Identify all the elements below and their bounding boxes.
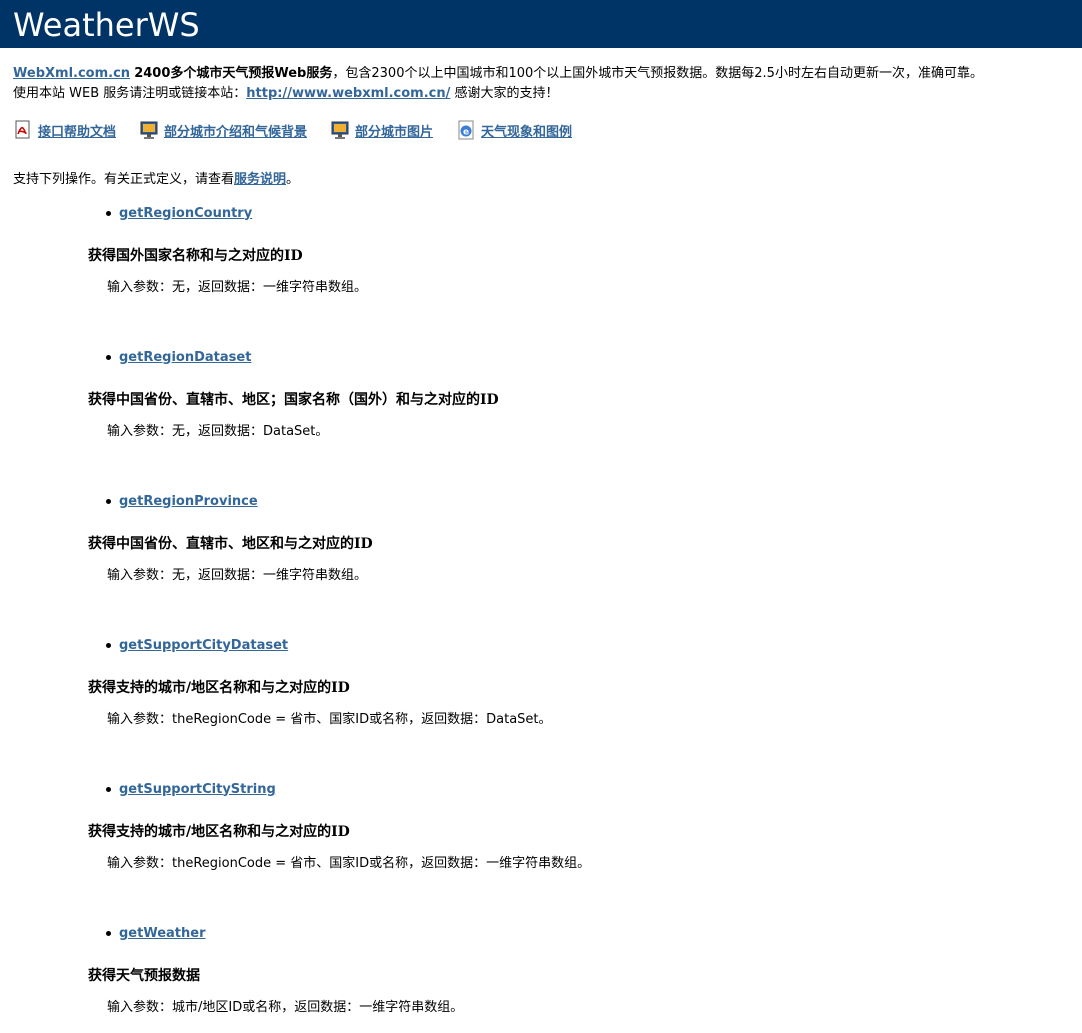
operation-params: 输入参数：theRegionCode = 省市、国家ID或名称，返回数据：Dat… [107, 712, 552, 727]
operation-description: 获得中国省份、直辖市、地区；国家名称（国外）和与之对应的ID [88, 392, 499, 408]
operation-description: 获得支持的城市/地区名称和与之对应的ID [88, 680, 350, 696]
pdf-icon [13, 120, 33, 140]
intro-line2-suffix: 感谢大家的支持！ [450, 86, 559, 101]
operation-link[interactable]: getWeather [119, 926, 206, 941]
site-link[interactable]: WebXml.com.cn [13, 66, 130, 81]
bullet [106, 498, 111, 504]
operation-description: 获得支持的城市/地区名称和与之对应的ID [88, 824, 350, 840]
operation-head: getRegionDataset [106, 341, 1082, 373]
support-text: 支持下列操作。有关正式定义，请查看服务说明。 [13, 170, 1082, 190]
operation-item: getRegionCountry 获得国外国家名称和与之对应的ID 输入参数：无… [13, 197, 1082, 298]
page-header: WeatherWS [0, 0, 1082, 48]
intro-line-2: 使用本站 WEB 服务请注明或链接本站：http://www.webxml.co… [13, 84, 1082, 104]
support-suffix: 。 [286, 172, 300, 187]
operation-description: 获得天气预报数据 [88, 968, 200, 984]
operation-link[interactable]: getSupportCityDataset [119, 638, 288, 653]
bullet [106, 642, 111, 648]
site-url-link[interactable]: http://www.webxml.com.cn/ [246, 86, 450, 101]
bullet [106, 354, 111, 360]
operation-description: 获得国外国家名称和与之对应的ID [88, 248, 303, 264]
operation-params: 输入参数：theRegionCode = 省市、国家ID或名称，返回数据：一维字… [107, 856, 591, 871]
operation-head: getRegionProvince [106, 485, 1082, 517]
resource-links: 接口帮助文档 部分城市介绍和气候背景 部分城市图片 e 天气现象和图例 [13, 117, 1082, 143]
link-city-images-label[interactable]: 部分城市图片 [355, 121, 433, 140]
monitor-icon [139, 120, 159, 140]
link-weather-legend[interactable]: e 天气现象和图例 [456, 120, 572, 140]
support-prefix: 支持下列操作。有关正式定义，请查看 [13, 172, 235, 187]
link-city-images[interactable]: 部分城市图片 [330, 120, 433, 140]
operation-description: 获得中国省份、直辖市、地区和与之对应的ID [88, 536, 373, 552]
ie-icon: e [456, 120, 476, 140]
operation-head: getWeather [106, 917, 1082, 949]
operation-params: 输入参数：无，返回数据：一维字符串数组。 [107, 280, 368, 295]
operation-item: getRegionDataset 获得中国省份、直辖市、地区；国家名称（国外）和… [13, 341, 1082, 442]
link-help-doc-label[interactable]: 接口帮助文档 [38, 121, 116, 140]
link-help-doc[interactable]: 接口帮助文档 [13, 120, 116, 140]
operation-params: 输入参数：无，返回数据：一维字符串数组。 [107, 568, 368, 583]
operation-link[interactable]: getSupportCityString [119, 782, 276, 797]
operation-params: 输入参数：城市/地区ID或名称，返回数据：一维字符串数组。 [107, 1000, 464, 1015]
service-description-link[interactable]: 服务说明 [234, 172, 286, 187]
link-weather-legend-label[interactable]: 天气现象和图例 [481, 121, 572, 140]
intro-text: ，包含2300个以上中国城市和100个以上国外城市天气预报数据。数据每2.5小时… [332, 66, 983, 81]
operation-item: getSupportCityDataset 获得支持的城市/地区名称和与之对应的… [13, 629, 1082, 730]
bullet [106, 930, 111, 936]
operation-head: getSupportCityString [106, 773, 1082, 805]
operation-link[interactable]: getRegionCountry [119, 206, 252, 221]
intro: WebXml.com.cn 2400多个城市天气预报Web服务，包含2300个以… [13, 64, 1082, 104]
link-city-intro[interactable]: 部分城市介绍和气候背景 [139, 120, 307, 140]
operation-head: getRegionCountry [106, 197, 1082, 229]
operation-item: getSupportCityString 获得支持的城市/地区名称和与之对应的I… [13, 773, 1082, 874]
main-content: WebXml.com.cn 2400多个城市天气预报Web服务，包含2300个以… [0, 48, 1082, 1018]
monitor-icon [330, 120, 350, 140]
operation-params: 输入参数：无，返回数据：DataSet。 [107, 424, 329, 439]
bullet [106, 210, 111, 216]
bullet [106, 786, 111, 792]
operation-item: getWeather 获得天气预报数据 输入参数：城市/地区ID或名称，返回数据… [13, 917, 1082, 1018]
link-city-intro-label[interactable]: 部分城市介绍和气候背景 [164, 121, 307, 140]
intro-bold-text: 2400多个城市天气预报Web服务 [134, 66, 333, 81]
operation-head: getSupportCityDataset [106, 629, 1082, 661]
page-title: WeatherWS [13, 6, 200, 44]
svg-text:e: e [463, 128, 469, 138]
operation-link[interactable]: getRegionProvince [119, 494, 258, 509]
operations-list: getRegionCountry 获得国外国家名称和与之对应的ID 输入参数：无… [13, 197, 1082, 1018]
operation-item: getRegionProvince 获得中国省份、直辖市、地区和与之对应的ID … [13, 485, 1082, 586]
intro-line-1: WebXml.com.cn 2400多个城市天气预报Web服务，包含2300个以… [13, 64, 1082, 84]
intro-line2-prefix: 使用本站 WEB 服务请注明或链接本站： [13, 86, 247, 101]
operation-link[interactable]: getRegionDataset [119, 350, 251, 365]
